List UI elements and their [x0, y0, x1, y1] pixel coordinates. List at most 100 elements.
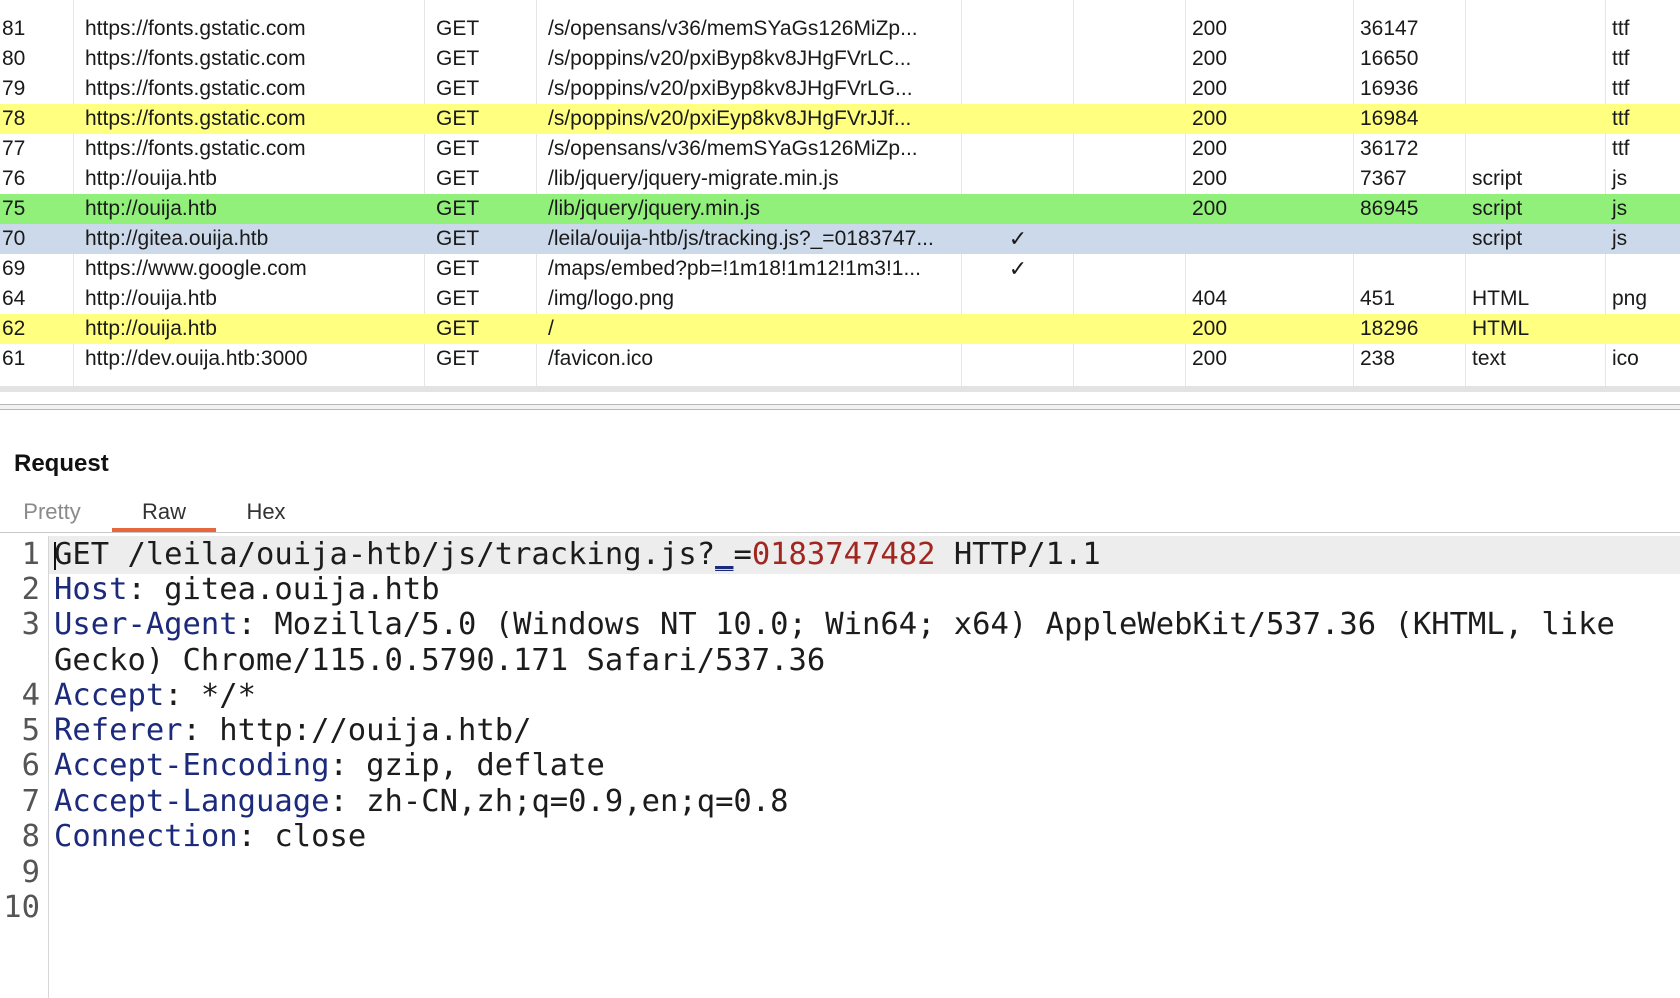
row-number: [0, 0, 79, 14]
table-row[interactable]: 79 https://fonts.gstatic.com GET/s/poppins…: [0, 74, 1680, 104]
table-row[interactable]: 62 http://ouija.htb GET / 200 18296 HTML: [0, 314, 1680, 344]
row-params-check: [962, 164, 1074, 194]
row-edited: [1074, 284, 1186, 314]
row-mime-type: script: [1472, 197, 1523, 220]
header-value: : gzip, deflate: [329, 748, 605, 783]
header-line-accept[interactable]: Accept: */*: [54, 677, 256, 715]
row-url: [542, 0, 962, 14]
row-params-check: [962, 284, 1074, 314]
row-edited: [1074, 134, 1186, 164]
row-extension: ttf: [1612, 17, 1630, 40]
row-length: 16650: [1360, 47, 1419, 70]
row-method: GET: [436, 107, 480, 130]
row-host: https://fonts.gstatic.com: [85, 137, 306, 160]
row-method: GET: [436, 137, 480, 160]
table-row[interactable]: 81 https://fonts.gstatic.com GET/s/opensan…: [0, 14, 1680, 44]
row-url: /s/opensans/v36/memSYaGs126MiZp...: [548, 137, 918, 160]
row-params-check: [962, 314, 1074, 344]
row-url: /leila/ouija-htb/js/tracking.js?_=018374…: [548, 227, 934, 250]
raw-request-editor[interactable]: 1 2 3 4 5 6 7 8 9 10 GET /leila/ouija-ht…: [0, 536, 1680, 998]
row-number: 77: [2, 137, 26, 160]
row-url: /img/logo.png: [548, 287, 675, 310]
row-params-check: [962, 14, 1074, 44]
row-length: [1354, 0, 1466, 14]
text-caret: [54, 542, 56, 570]
row-host: http://dev.ouija.htb:3000: [85, 347, 308, 370]
row-host: [79, 0, 430, 14]
row-status: [1186, 0, 1354, 14]
table-row[interactable]: 80 https://fonts.gstatic.com GET/s/poppins…: [0, 44, 1680, 74]
request-line[interactable]: GET /leila/ouija-htb/js/tracking.js?_=01…: [54, 536, 1101, 574]
row-url: /s/poppins/v20/pxiByp8kv8JHgFVrLG...: [548, 77, 913, 100]
row-edited: [1074, 74, 1186, 104]
row-status: 200: [1192, 107, 1228, 130]
row-extension: [1606, 254, 1680, 284]
row-method: GET: [436, 317, 480, 340]
table-row[interactable]: 69 https://www.google.com GET/maps/embed?p…: [0, 254, 1680, 284]
table-row[interactable]: 78 https://fonts.gstatic.com GET/s/poppins…: [0, 104, 1680, 134]
line-number: 6: [21, 748, 40, 783]
table-row[interactable]: [0, 0, 1680, 14]
header-line-user-agent[interactable]: User-Agent: Mozilla/5.0 (Windows NT 10.0…: [54, 606, 1615, 644]
header-line-connection[interactable]: Connection: close: [54, 818, 366, 856]
row-params-check: ✓: [1008, 256, 1028, 281]
header-line-host[interactable]: Host: gitea.ouija.htb: [54, 571, 440, 609]
tab-hex[interactable]: Hex: [222, 494, 310, 532]
row-url: /lib/jquery/jquery-migrate.min.js: [548, 167, 839, 190]
line-number: 5: [21, 713, 40, 748]
header-value-continued: Gecko) Chrome/115.0.5790.171 Safari/537.…: [54, 643, 826, 678]
header-line-user-agent-wrap[interactable]: Gecko) Chrome/115.0.5790.171 Safari/537.…: [54, 642, 825, 680]
row-number: 81: [2, 17, 26, 40]
table-row[interactable]: 64 http://ouija.htb GET/img/logo.png 404 451…: [0, 284, 1680, 314]
row-length: [1354, 224, 1466, 254]
row-host: https://fonts.gstatic.com: [85, 77, 306, 100]
row-mime-type: HTML: [1472, 317, 1530, 340]
table-horizontal-scrollbar[interactable]: [0, 386, 1680, 392]
row-params-check: [962, 134, 1074, 164]
http-history-table[interactable]: 81 https://fonts.gstatic.com GET/s/opensan…: [0, 0, 1680, 392]
row-mime-type: script: [1472, 167, 1523, 190]
row-number: 75: [2, 197, 26, 220]
pane-splitter[interactable]: [0, 404, 1680, 410]
query-param-equals: =: [733, 537, 752, 572]
row-length: 451: [1360, 287, 1396, 310]
table-row[interactable]: 70 http://gitea.ouija.htb GET/leila/ouija-…: [0, 224, 1680, 254]
row-method: GET: [436, 17, 480, 40]
header-line-accept-encoding[interactable]: Accept-Encoding: gzip, deflate: [54, 747, 605, 785]
table-row[interactable]: 61 http://dev.ouija.htb:3000 GET/favicon.i…: [0, 344, 1680, 374]
request-view-tabs: Pretty Raw Hex: [0, 494, 1680, 534]
tab-raw[interactable]: Raw: [112, 494, 216, 532]
row-method: GET: [436, 347, 480, 370]
row-method: GET: [436, 167, 480, 190]
table-row[interactable]: 76 http://ouija.htb GET/lib/jquery/jquery-…: [0, 164, 1680, 194]
row-status: 200: [1192, 347, 1228, 370]
row-extension: ico: [1612, 347, 1639, 370]
row-number: 64: [2, 287, 26, 310]
row-host: http://ouija.htb: [85, 197, 217, 220]
row-length: 16936: [1360, 77, 1419, 100]
row-edited: [1074, 104, 1186, 134]
row-number: 80: [2, 47, 26, 70]
row-mime-type: [1466, 254, 1606, 284]
row-host: http://ouija.htb: [85, 317, 217, 340]
row-method: [430, 0, 542, 14]
tab-pretty[interactable]: Pretty: [14, 494, 90, 532]
request-panel-title: Request: [14, 450, 109, 477]
row-edited: [1074, 164, 1186, 194]
row-url: /favicon.ico: [548, 347, 654, 370]
row-edited: [1074, 254, 1186, 284]
row-length: 18296: [1360, 317, 1419, 340]
table-row[interactable]: 77 https://fonts.gstatic.com GET/s/opensan…: [0, 134, 1680, 164]
row-length: 16984: [1360, 107, 1419, 130]
row-host: http://ouija.htb: [85, 167, 217, 190]
header-value: : close: [237, 819, 367, 854]
row-edited: [1074, 14, 1186, 44]
header-line-accept-language[interactable]: Accept-Language: zh-CN,zh;q=0.9,en;q=0.8: [54, 783, 789, 821]
row-status: 200: [1192, 167, 1228, 190]
row-params-check: [962, 0, 1074, 14]
row-length: 36172: [1360, 137, 1419, 160]
row-method: GET: [436, 197, 480, 220]
table-row[interactable]: 75 http://ouija.htb GET/lib/jquery/jquery.…: [0, 194, 1680, 224]
header-value: : gitea.ouija.htb: [127, 572, 440, 607]
header-line-referer[interactable]: Referer: http://ouija.htb/: [54, 712, 531, 750]
